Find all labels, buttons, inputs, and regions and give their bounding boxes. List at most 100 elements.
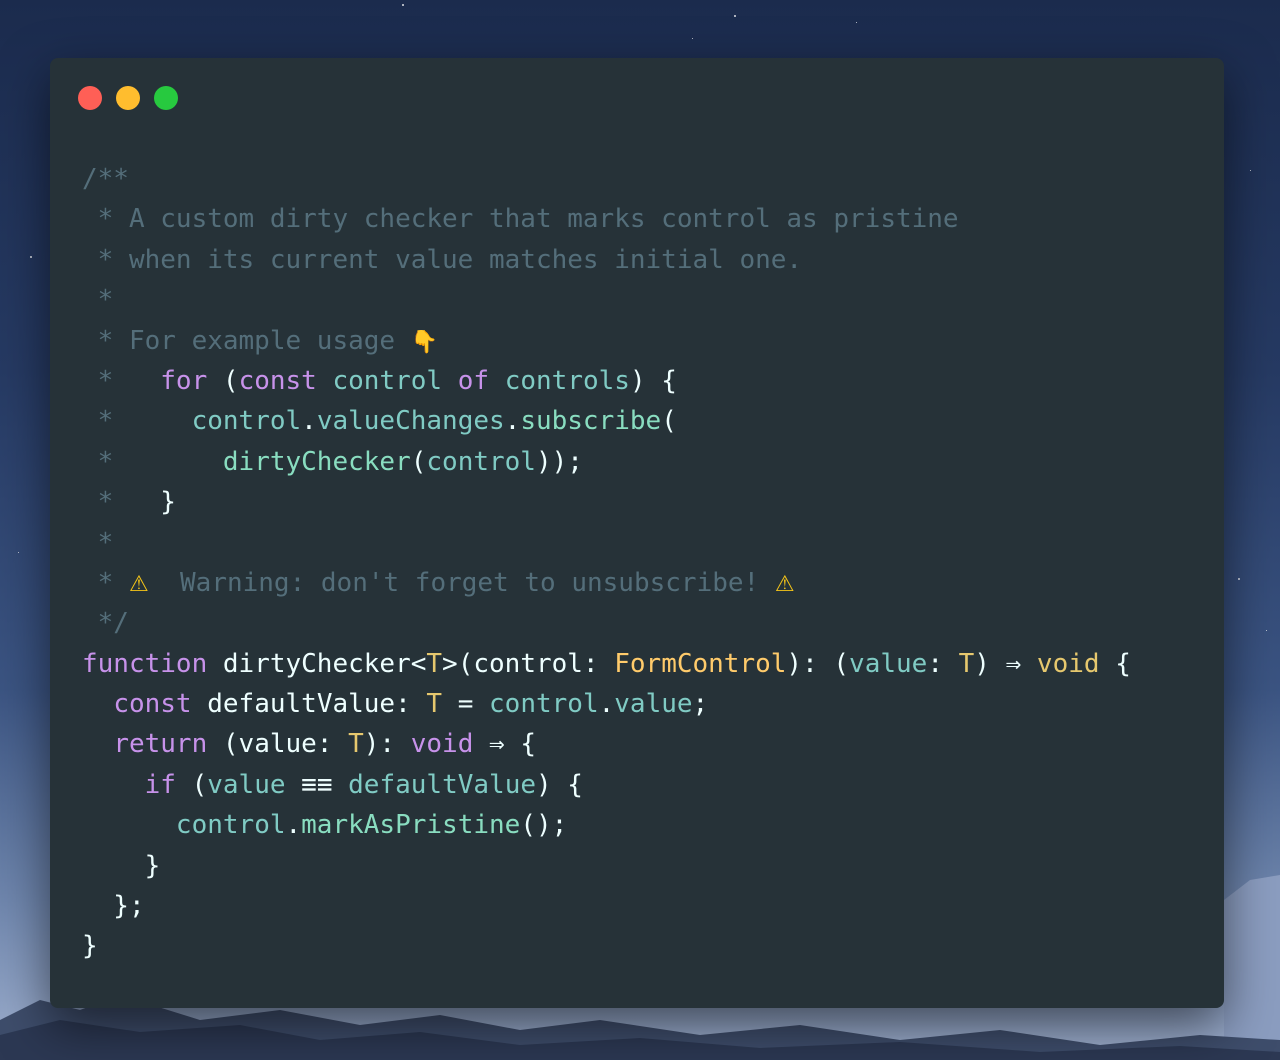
minimize-button[interactable] bbox=[116, 86, 140, 110]
code-token: for bbox=[160, 365, 208, 396]
code-line: * } bbox=[82, 482, 1131, 522]
code-token: dirtyChecker bbox=[222, 446, 411, 477]
code-token: . bbox=[301, 406, 317, 437]
pointing-down-icon: 👇 bbox=[410, 329, 439, 355]
code-token: )); bbox=[535, 446, 583, 477]
code-token: subscribe bbox=[520, 406, 662, 437]
code-window: /** * A custom dirty checker that marks … bbox=[50, 58, 1224, 1008]
code-line: }; bbox=[82, 886, 1131, 926]
code-token: * bbox=[82, 446, 223, 477]
warning-icon: ⚠ bbox=[774, 571, 795, 597]
maximize-button[interactable] bbox=[154, 86, 178, 110]
code-token: * bbox=[82, 285, 114, 316]
code-line: * when its current value matches initial… bbox=[82, 240, 1131, 280]
code-token: const bbox=[113, 689, 192, 720]
code-token: . bbox=[504, 406, 521, 437]
code-line: } bbox=[82, 926, 1131, 966]
code-token: . bbox=[598, 689, 615, 720]
code-line: * ⚠ Warning: don't forget to unsubscribe… bbox=[82, 563, 1131, 603]
code-token: T bbox=[958, 648, 975, 679]
code-token: (value: bbox=[207, 729, 349, 760]
code-token: ⇒ { bbox=[473, 729, 536, 760]
code-token: T bbox=[426, 648, 443, 679]
code-token: return bbox=[113, 729, 208, 760]
code-token: of bbox=[457, 365, 490, 396]
code-line: const defaultValue: T = control.value; bbox=[82, 684, 1131, 724]
code-token: } bbox=[82, 850, 161, 881]
code-token: = bbox=[442, 689, 490, 720]
code-token: Warning: don't forget to unsubscribe! bbox=[148, 567, 775, 598]
close-button[interactable] bbox=[78, 86, 102, 110]
code-token: * bbox=[82, 365, 161, 396]
code-token: function bbox=[82, 648, 208, 679]
code-line: * bbox=[82, 280, 1131, 320]
code-token: if bbox=[144, 769, 176, 800]
code-token: void bbox=[1036, 648, 1100, 679]
code-token: control bbox=[489, 689, 599, 720]
code-line: * For example usage 👇 bbox=[82, 321, 1131, 361]
code-token: } bbox=[160, 487, 176, 518]
code-token: control bbox=[191, 406, 302, 437]
code-block: /** * A custom dirty checker that marks … bbox=[82, 159, 1131, 967]
code-line: */ bbox=[82, 603, 1131, 643]
code-token: ): bbox=[363, 729, 411, 760]
code-line: * A custom dirty checker that marks cont… bbox=[82, 199, 1131, 239]
code-token: ( bbox=[410, 446, 427, 477]
code-token: >(control: bbox=[442, 648, 615, 679]
code-line: return (value: T): void ⇒ { bbox=[82, 724, 1131, 764]
window-controls bbox=[78, 86, 178, 110]
code-line: * bbox=[82, 523, 1131, 563]
code-token: const bbox=[238, 365, 317, 396]
code-line: control.markAsPristine(); bbox=[82, 805, 1131, 845]
code-token: * For example usage bbox=[82, 325, 411, 356]
code-token: ) { bbox=[629, 365, 677, 396]
code-token: * A custom dirty checker that marks cont… bbox=[82, 204, 959, 235]
code-token: value bbox=[849, 648, 928, 679]
code-token: FormControl bbox=[614, 648, 787, 679]
code-token: valueChanges bbox=[316, 406, 505, 437]
code-token: ≡≡ bbox=[285, 769, 349, 800]
code-token: { bbox=[1099, 648, 1131, 679]
code-token: controls bbox=[504, 365, 630, 396]
code-token: ) { bbox=[536, 769, 583, 800]
code-line: * control.valueChanges.subscribe( bbox=[82, 401, 1131, 441]
code-token: * when its current value matches initial… bbox=[82, 244, 803, 275]
code-token: : bbox=[927, 648, 959, 679]
code-token: value bbox=[207, 769, 286, 800]
code-line: * dirtyChecker(control)); bbox=[82, 442, 1131, 482]
code-token: markAsPristine bbox=[301, 810, 521, 841]
code-token: * bbox=[82, 527, 114, 558]
code-token: ( bbox=[175, 769, 208, 800]
code-token: dirtyChecker< bbox=[207, 648, 427, 679]
code-token: } bbox=[82, 931, 98, 962]
code-token: T bbox=[426, 689, 443, 720]
code-token: void bbox=[410, 729, 474, 760]
code-token: control bbox=[175, 810, 286, 841]
code-line: * for (const control of controls) { bbox=[82, 361, 1131, 401]
code-token: ; bbox=[692, 689, 709, 720]
code-token: * bbox=[82, 487, 161, 518]
code-token: defaultValue bbox=[348, 769, 536, 800]
code-token: * bbox=[82, 567, 129, 598]
code-token: . bbox=[285, 810, 302, 841]
warning-icon: ⚠ bbox=[128, 571, 149, 597]
code-token: ) ⇒ bbox=[974, 648, 1037, 679]
code-token: */ bbox=[82, 608, 129, 639]
code-token: ( bbox=[207, 365, 239, 396]
code-token: control bbox=[332, 365, 443, 396]
code-line: if (value ≡≡ defaultValue) { bbox=[82, 765, 1131, 805]
code-token: defaultValue: bbox=[191, 689, 427, 720]
code-line: /** bbox=[82, 159, 1131, 199]
code-token: value bbox=[614, 689, 693, 720]
code-token: T bbox=[348, 729, 364, 760]
code-token: ): ( bbox=[786, 648, 850, 679]
code-token: (); bbox=[520, 810, 568, 841]
code-line: } bbox=[82, 846, 1131, 886]
